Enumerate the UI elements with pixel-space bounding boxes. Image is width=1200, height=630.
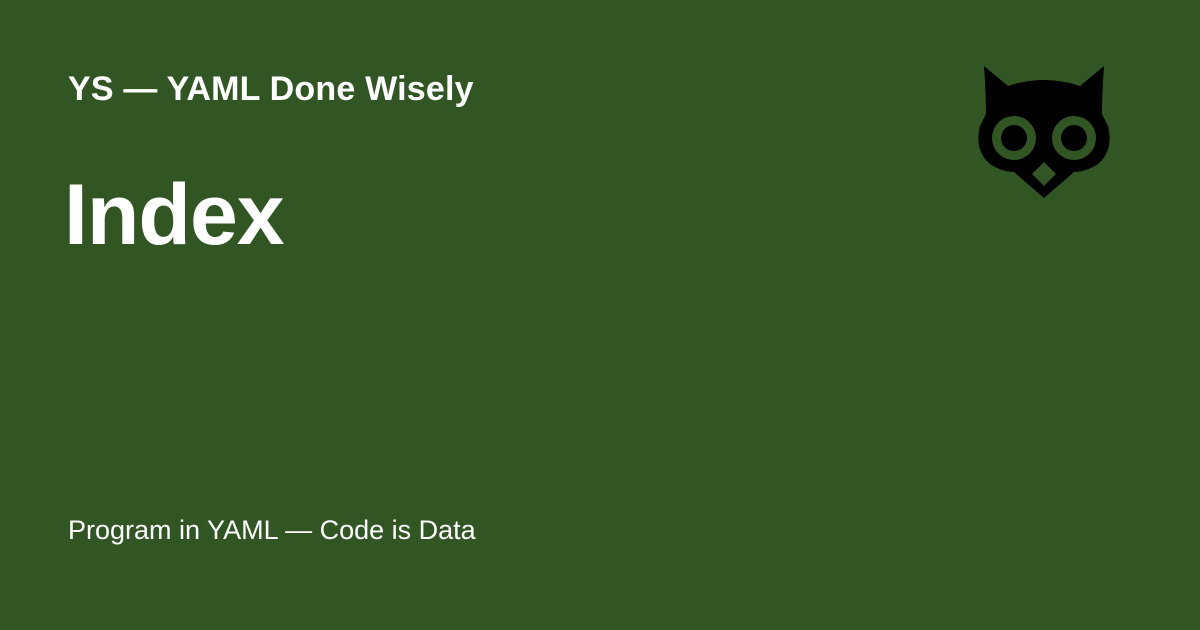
owl-icon [978, 66, 1110, 198]
social-card: YS — YAML Done Wisely Index Program in Y… [0, 0, 1200, 630]
page-title: Index [64, 167, 285, 263]
site-name: YS — YAML Done Wisely [68, 70, 474, 108]
tagline: Program in YAML — Code is Data [68, 515, 476, 545]
